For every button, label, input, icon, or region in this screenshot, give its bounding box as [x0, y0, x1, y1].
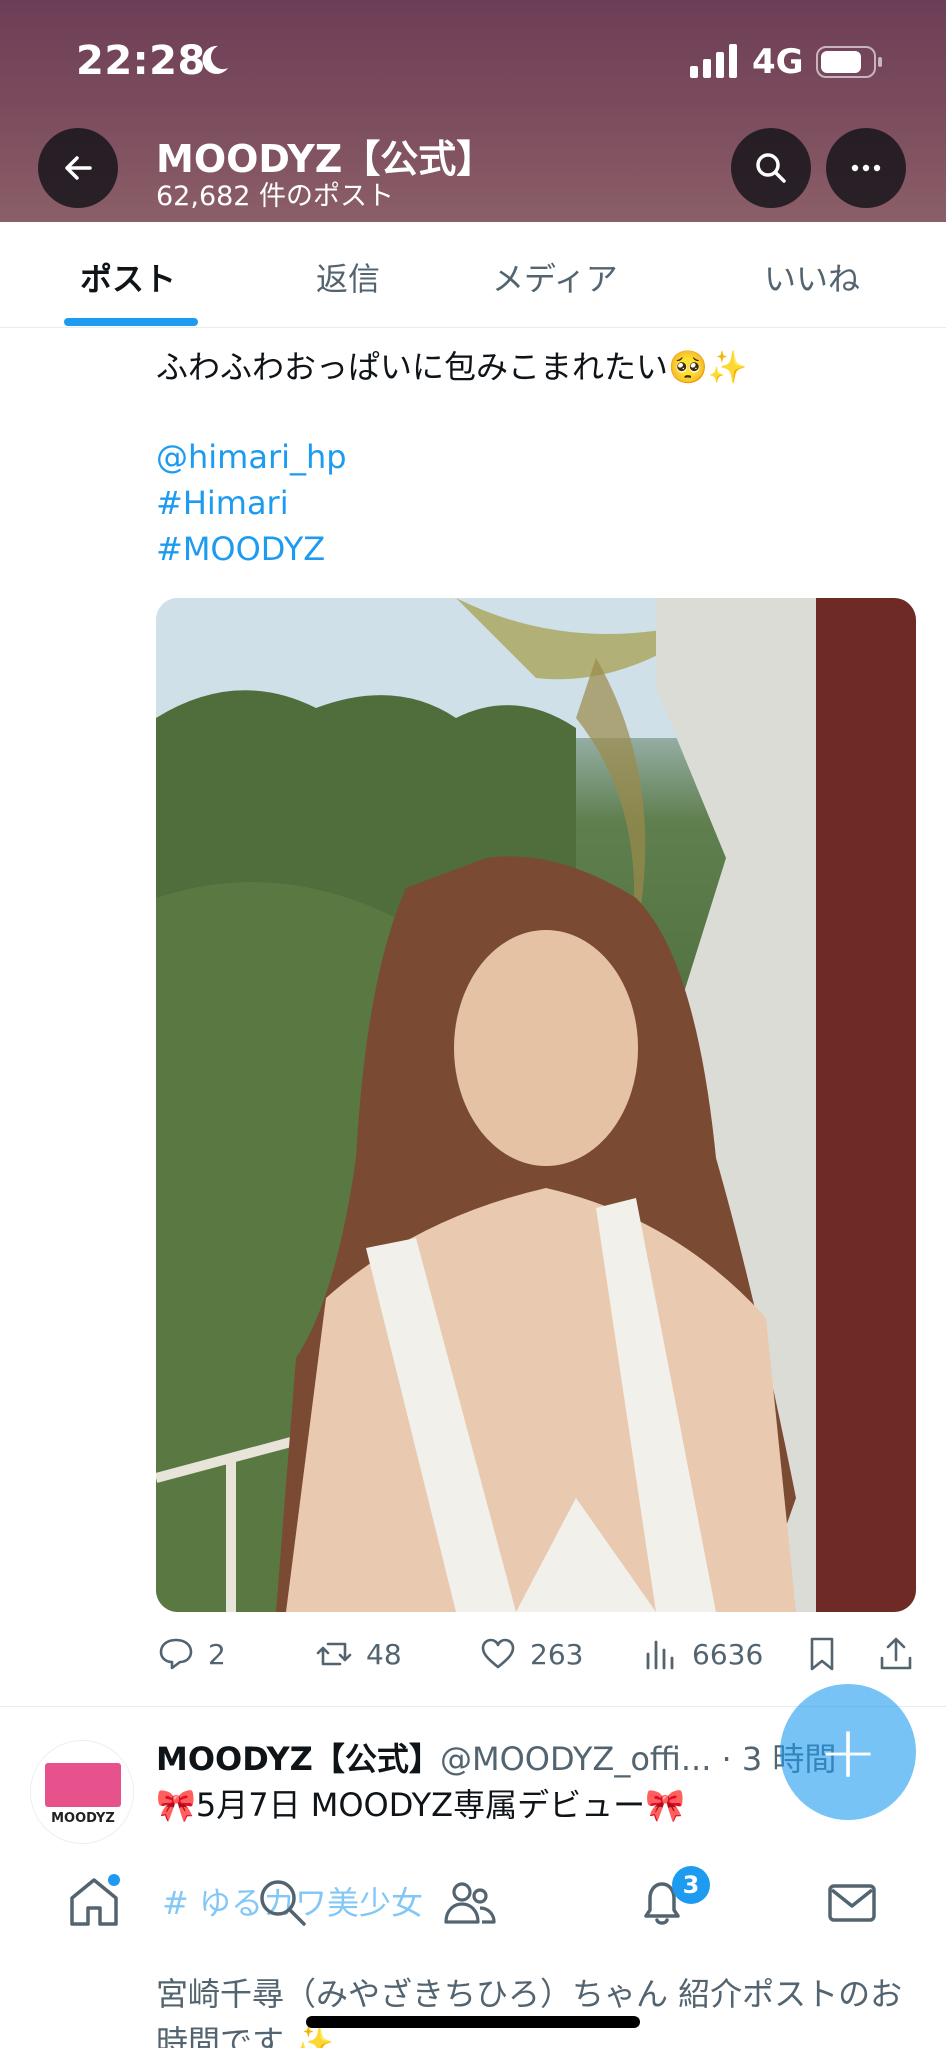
home-indicator [306, 2016, 640, 2028]
status-bar: 22:28 4G [0, 0, 946, 120]
photo-illustration [156, 598, 916, 1612]
profile-header: 22:28 4G MOODYZ【公式】 62,682 件のポスト [0, 0, 946, 222]
communities-icon [444, 1882, 496, 1924]
post-count: 62,682 件のポスト [156, 181, 395, 212]
reply-count: 2 [208, 1637, 226, 1671]
views-count: 6636 [692, 1637, 764, 1671]
signal-icon [690, 44, 737, 78]
bookmark-icon [810, 1637, 834, 1671]
repost-count: 48 [366, 1637, 402, 1671]
moon-icon [202, 45, 228, 74]
repost-icon [316, 1642, 352, 1666]
home-new-dot [108, 1874, 120, 1886]
notifications-badge: 3 [672, 1866, 710, 1904]
messages-icon [828, 1884, 876, 1922]
tweet-photo[interactable] [156, 598, 916, 1612]
status-time: 22:28 [76, 38, 206, 84]
reply-button[interactable]: 2 [156, 1632, 226, 1676]
search-button[interactable] [731, 128, 811, 208]
explore-icon [260, 1880, 306, 1926]
nav-messages[interactable] [822, 1872, 882, 1932]
next-tweet-body: 宮崎千尋（みやざきちひろ）ちゃん 紹介ポストのお時間です ✨ [156, 1975, 903, 2048]
like-icon [481, 1638, 515, 1669]
views-icon [646, 1640, 674, 1670]
tab-posts[interactable]: ポスト [80, 254, 176, 300]
reply-icon [159, 1638, 193, 1670]
next-tweet-author[interactable]: MOODYZ【公式】 [156, 1734, 441, 1780]
active-tab-indicator [64, 318, 198, 326]
like-button[interactable]: 263 [478, 1632, 583, 1676]
repost-button[interactable]: 48 [314, 1632, 402, 1676]
next-tweet-text: 🎀5月7日 MOODYZ専属デビュー🎀 [156, 1786, 685, 1824]
tab-likes[interactable]: いいね [764, 254, 860, 300]
moodyz-logo [45, 1763, 121, 1807]
tweet-text: ふわふわおっぱいに包みこまれたい🥺✨ [156, 348, 748, 386]
back-arrow-icon [65, 156, 92, 180]
tweet-hashtag-moodyz[interactable]: #MOODYZ [156, 530, 325, 568]
nav-communities[interactable] [440, 1872, 500, 1932]
bookmark-button[interactable] [802, 1632, 842, 1676]
network-label: 4G [752, 42, 804, 82]
tweet-mention[interactable]: @himari_hp [156, 438, 347, 476]
more-icon [851, 164, 881, 172]
tab-replies[interactable]: 返信 [316, 254, 380, 300]
compose-button[interactable]: + [780, 1684, 916, 1820]
plus-icon: + [817, 1710, 879, 1794]
profile-tabs: ポスト 返信 メディア いいね [0, 222, 946, 328]
more-button[interactable] [826, 128, 906, 208]
search-icon [756, 153, 786, 183]
tweet-actions: 2 48 263 6636 [156, 1632, 916, 1676]
avatar[interactable]: MOODYZ [30, 1740, 134, 1844]
share-button[interactable] [876, 1632, 916, 1676]
nav-explore[interactable] [252, 1872, 312, 1932]
views-button[interactable]: 6636 [640, 1632, 763, 1676]
like-count: 263 [530, 1637, 584, 1671]
back-button[interactable] [38, 128, 118, 208]
bottom-nav [0, 1858, 946, 1968]
next-tweet-handle-time: @MOODYZ_offi... · 3 時間 [440, 1740, 837, 1778]
avatar-logo-text: MOODYZ [51, 1811, 115, 1826]
battery-icon [816, 46, 882, 78]
share-icon [880, 1637, 912, 1670]
tweet-hashtag-himari[interactable]: #Himari [156, 484, 289, 522]
tab-media[interactable]: メディア [492, 254, 618, 300]
